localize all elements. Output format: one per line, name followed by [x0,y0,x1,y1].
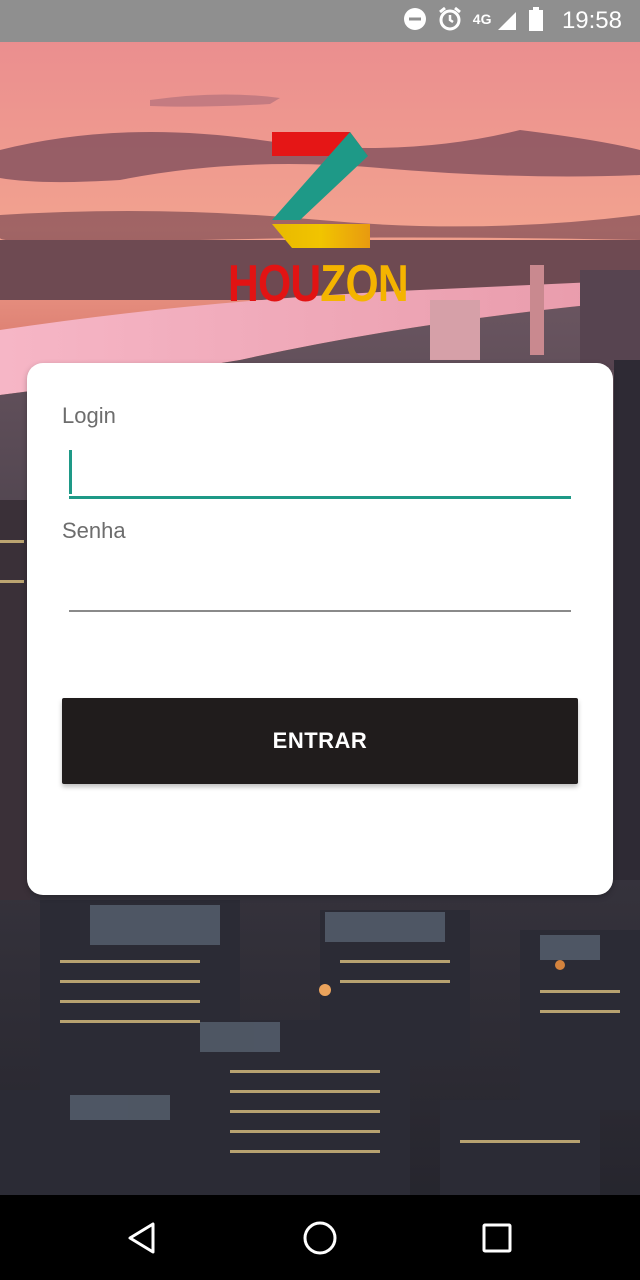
recents-icon [482,1223,512,1253]
text-cursor [69,450,72,494]
login-card: Login Senha ENTRAR [27,363,613,895]
logo-text-red: HOU [228,255,321,313]
do-not-disturb-icon [403,7,427,36]
login-input-underline [69,496,571,499]
logo-text-yellow: ZON [320,255,408,313]
password-input[interactable] [69,565,571,609]
alarm-icon [437,6,463,37]
network-type-label: 4G [472,10,492,27]
battery-icon [528,6,544,37]
status-time: 19:58 [561,7,622,34]
logo-wordmark: HOUZON [228,255,409,313]
back-icon [128,1222,155,1254]
password-input-underline [69,610,571,612]
home-button[interactable] [295,1213,345,1263]
login-input[interactable] [69,451,571,495]
navigation-bar [0,1195,640,1280]
back-button[interactable] [117,1213,167,1263]
entrar-button[interactable]: ENTRAR [62,698,578,784]
z-logo-icon [272,132,370,248]
login-label: Login [62,403,116,428]
password-label: Senha [62,518,126,543]
status-bar: 4G 19:58 [0,0,640,42]
houzon-logo: HOUZON [228,128,418,318]
recents-button[interactable] [472,1213,522,1263]
signal-icon: 4G [473,8,518,35]
home-icon [303,1221,337,1255]
